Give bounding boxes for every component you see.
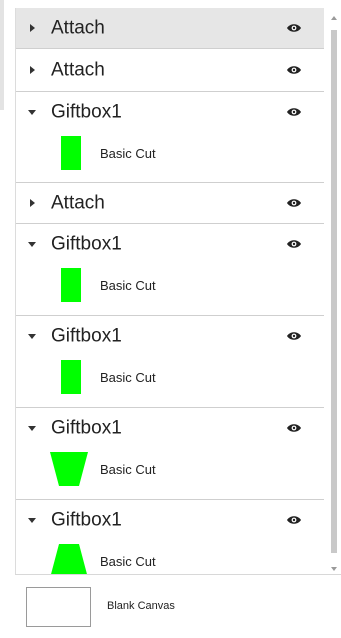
layer-title: Attach (51, 17, 105, 39)
sublayer-label: Basic Cut (100, 462, 156, 477)
layer-header[interactable]: Giftbox1 (16, 224, 324, 264)
layer-header[interactable]: Giftbox1 (16, 316, 324, 356)
layer-item[interactable]: Attach (16, 49, 324, 92)
layer-item[interactable]: Attach (16, 8, 324, 49)
sublayer-label: Basic Cut (100, 370, 156, 385)
rect-shape-thumbnail (61, 136, 81, 170)
layer-item[interactable]: Giftbox1 Basic Cut (16, 408, 324, 500)
eye-icon[interactable] (286, 238, 302, 250)
eye-icon[interactable] (286, 197, 302, 209)
eye-icon[interactable] (286, 64, 302, 76)
sublayer-item[interactable]: Basic Cut (16, 356, 324, 407)
sublayer-item[interactable]: Basic Cut (16, 132, 324, 183)
sublayer-label: Basic Cut (100, 554, 156, 569)
layer-title: Giftbox1 (51, 233, 122, 255)
left-accent-bar (0, 0, 4, 110)
sublayer-item[interactable]: Basic Cut (16, 448, 324, 499)
caret-down-icon[interactable] (26, 422, 38, 434)
layer-header[interactable]: Attach (16, 49, 324, 91)
tapered-shape-thumbnail (50, 452, 88, 486)
eye-icon[interactable] (286, 330, 302, 342)
eye-icon[interactable] (286, 106, 302, 118)
scroll-up-icon[interactable] (331, 16, 337, 20)
blank-canvas-row[interactable]: Blank Canvas (15, 574, 341, 638)
sublayer-label: Basic Cut (100, 146, 156, 161)
caret-right-icon[interactable] (26, 22, 38, 34)
layer-item[interactable]: Giftbox1 Basic Cut (16, 92, 324, 183)
vertical-scrollbar[interactable] (327, 8, 341, 574)
caret-down-icon[interactable] (26, 238, 38, 250)
caret-right-icon[interactable] (26, 197, 38, 209)
layer-header[interactable]: Attach (16, 8, 324, 48)
sublayer-label: Basic Cut (100, 278, 156, 293)
caret-right-icon[interactable] (26, 64, 38, 76)
blank-canvas-thumbnail[interactable] (26, 587, 91, 627)
layer-header[interactable]: Giftbox1 (16, 92, 324, 132)
sublayer-item[interactable]: Basic Cut (16, 264, 324, 315)
scrollbar-thumb[interactable] (331, 30, 337, 553)
layer-title: Giftbox1 (51, 509, 122, 531)
caret-down-icon[interactable] (26, 106, 38, 118)
eye-icon[interactable] (286, 514, 302, 526)
rect-shape-thumbnail (61, 268, 81, 302)
sublayer-item[interactable]: Basic Cut (16, 540, 324, 578)
caret-down-icon[interactable] (26, 514, 38, 526)
scroll-down-icon[interactable] (331, 567, 337, 571)
eye-icon[interactable] (286, 422, 302, 434)
layer-item[interactable]: Attach (16, 183, 324, 224)
rect-shape-thumbnail (61, 360, 81, 394)
layer-item[interactable]: Giftbox1 Basic Cut (16, 500, 324, 578)
layer-title: Giftbox1 (51, 417, 122, 439)
layer-item[interactable]: Giftbox1 Basic Cut (16, 316, 324, 408)
layers-panel: Attach Attach Giftbox1 Basic Cut Attach … (0, 0, 341, 638)
layer-list: Attach Attach Giftbox1 Basic Cut Attach … (15, 8, 324, 578)
layer-header[interactable]: Attach (16, 183, 324, 223)
tapered-shape-thumbnail (50, 544, 88, 578)
layer-title: Attach (51, 192, 105, 214)
layer-header[interactable]: Giftbox1 (16, 408, 324, 448)
blank-canvas-label: Blank Canvas (107, 600, 175, 612)
layer-title: Giftbox1 (51, 101, 122, 123)
eye-icon[interactable] (286, 22, 302, 34)
layer-title: Attach (51, 59, 105, 81)
layer-item[interactable]: Giftbox1 Basic Cut (16, 224, 324, 316)
layer-title: Giftbox1 (51, 325, 122, 347)
caret-down-icon[interactable] (26, 330, 38, 342)
layer-header[interactable]: Giftbox1 (16, 500, 324, 540)
